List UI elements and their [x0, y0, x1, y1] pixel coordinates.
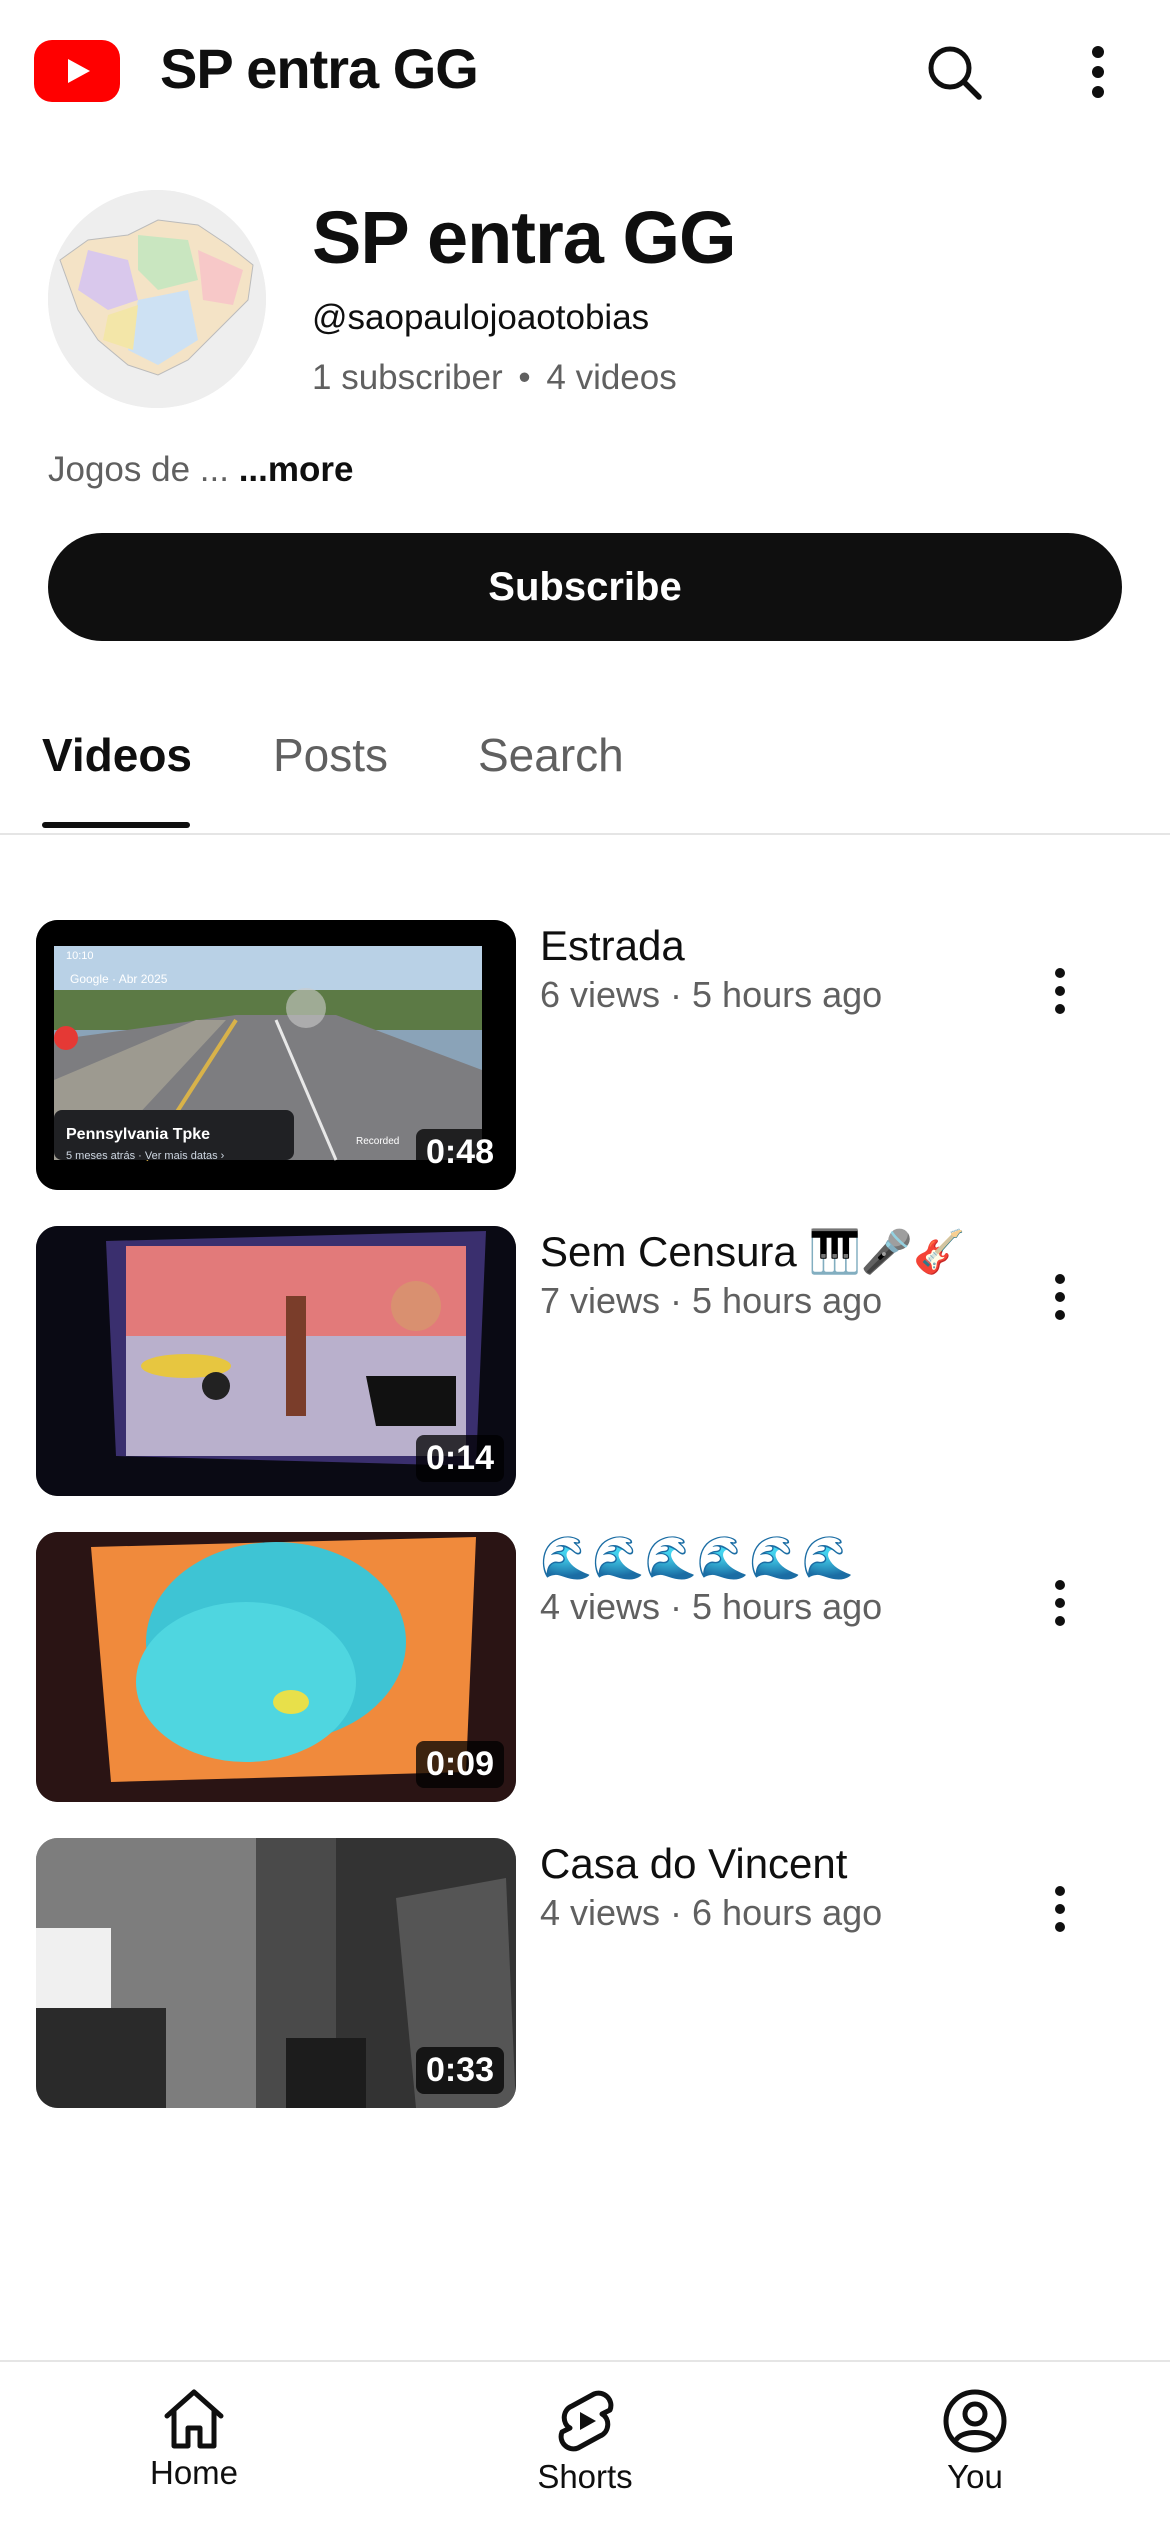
nav-you-label: You — [947, 2458, 1003, 2495]
video-title[interactable]: 🌊🌊🌊🌊🌊🌊 — [540, 1534, 854, 1583]
overlay-clock: 10:10 — [66, 950, 94, 962]
nav-home[interactable]: Home — [94, 2388, 294, 2492]
video-more-icon[interactable] — [1030, 1262, 1090, 1332]
stats-separator: • — [518, 358, 531, 397]
more-vertical-icon[interactable] — [1058, 32, 1138, 112]
video-item[interactable]: 0:09 🌊🌊🌊🌊🌊🌊 4 views · 5 hours ago — [0, 1532, 1170, 1808]
shorts-icon — [558, 2390, 614, 2452]
video-title[interactable]: Estrada — [540, 922, 685, 970]
video-meta: 6 views · 5 hours ago — [540, 974, 883, 1015]
video-item[interactable]: 10:10 Google · Abr 2025 Pennsylvania Tpk… — [0, 920, 1170, 1196]
video-thumbnail[interactable]: 10:10 Google · Abr 2025 Pennsylvania Tpk… — [36, 920, 516, 1190]
video-duration: 0:09 — [415, 1741, 504, 1788]
home-icon — [164, 2389, 224, 2449]
tab-videos[interactable]: Videos — [42, 728, 192, 782]
overlay-sub: 5 meses atrás · Ver mais datas › — [66, 1150, 225, 1162]
overlay-recorded: Recorded — [356, 1136, 400, 1147]
video-item[interactable]: 0:33 Casa do Vincent 4 views · 6 hours a… — [0, 1838, 1170, 2114]
video-duration: 0:14 — [415, 1435, 504, 1482]
video-duration: 0:48 — [415, 1129, 504, 1176]
channel-description[interactable]: Jogos de ... ...more — [48, 450, 353, 490]
channel-avatar[interactable] — [48, 190, 266, 408]
video-more-icon[interactable] — [1030, 1568, 1090, 1638]
video-meta: 4 views · 6 hours ago — [540, 1892, 883, 1933]
app-title: SP entra GG — [160, 37, 479, 100]
video-count: 4 videos — [546, 358, 677, 397]
video-more-icon[interactable] — [1030, 1874, 1090, 1944]
channel-handle: @saopaulojoaotobias — [312, 298, 650, 337]
overlay-place: Pennsylvania Tpke — [66, 1126, 211, 1143]
video-more-icon[interactable] — [1030, 956, 1090, 1026]
video-thumbnail[interactable]: 0:14 — [36, 1226, 516, 1496]
more-link[interactable]: ...more — [239, 450, 354, 489]
description-text: Jogos de ... — [48, 450, 229, 489]
video-item[interactable]: 0:14 Sem Censura 🎹🎤🎸 7 views · 5 hours a… — [0, 1226, 1170, 1502]
subscriber-count: 1 subscriber — [312, 358, 503, 397]
youtube-logo-icon[interactable] — [34, 40, 120, 102]
subscribe-button[interactable]: Subscribe — [48, 533, 1122, 641]
account-circle-icon — [943, 2389, 1007, 2453]
nav-home-label: Home — [149, 2454, 239, 2491]
nav-shorts[interactable]: Shorts — [485, 2388, 685, 2496]
video-meta: 7 views · 5 hours ago — [540, 1280, 883, 1321]
video-title[interactable]: Sem Censura 🎹🎤🎸 — [540, 1228, 965, 1277]
video-meta: 4 views · 5 hours ago — [540, 1586, 883, 1627]
nav-shorts-label: Shorts — [537, 2458, 633, 2495]
search-icon[interactable] — [914, 32, 994, 112]
nav-you[interactable]: You — [875, 2388, 1075, 2496]
bottom-nav-divider — [0, 2360, 1170, 2362]
video-title[interactable]: Casa do Vincent — [540, 1840, 847, 1888]
overlay-brand: Google · Abr 2025 — [70, 972, 168, 986]
tab-posts[interactable]: Posts — [273, 728, 388, 782]
video-duration: 0:33 — [415, 2047, 504, 2094]
video-thumbnail[interactable]: 0:33 — [36, 1838, 516, 2108]
channel-stats: 1 subscriber • 4 videos — [312, 358, 677, 398]
video-thumbnail[interactable]: 0:09 — [36, 1532, 516, 1802]
active-tab-indicator — [42, 822, 190, 828]
channel-name: SP entra GG — [312, 196, 737, 279]
tab-search[interactable]: Search — [478, 728, 624, 782]
tabs-divider — [0, 833, 1170, 835]
